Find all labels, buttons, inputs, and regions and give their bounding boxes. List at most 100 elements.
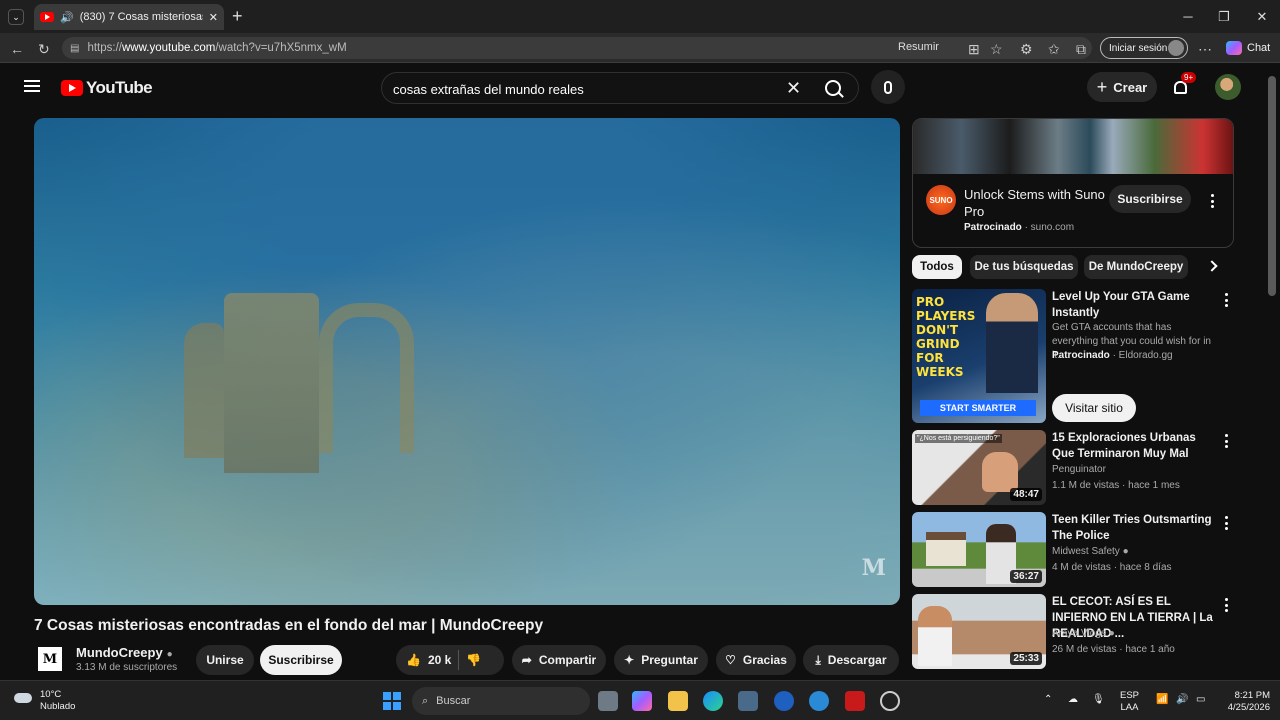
user-avatar[interactable] xyxy=(1215,74,1241,100)
chip-todos[interactable]: Todos xyxy=(912,255,962,279)
site-info-icon[interactable]: ▤ xyxy=(70,43,79,54)
hp-icon[interactable] xyxy=(774,691,794,711)
video-player[interactable]: M xyxy=(34,118,900,605)
search-icon[interactable] xyxy=(825,80,841,96)
rec-meta: 4 M de vistas · hace 8 días xyxy=(1052,562,1172,573)
rec-title[interactable]: 15 Exploraciones Urbanas Que Terminaron … xyxy=(1052,430,1217,462)
settings-gear-icon[interactable] xyxy=(880,691,900,711)
recommended-video[interactable]: "¿Nos está persiguiendo?" 48:47 15 Explo… xyxy=(912,430,1234,506)
channel-watermark[interactable]: M xyxy=(862,555,886,581)
clock-time: 8:21 PM xyxy=(1234,690,1270,701)
mcafee-icon[interactable] xyxy=(845,691,865,711)
youtube-logo[interactable]: YouTube xyxy=(61,78,153,98)
new-tab-button[interactable]: + xyxy=(232,6,243,27)
voice-search-button[interactable] xyxy=(871,70,905,104)
create-button[interactable]: + Crear xyxy=(1087,72,1157,102)
subscribe-button[interactable]: Suscribirse xyxy=(260,645,342,675)
taskbar-search[interactable]: ⌕ Buscar xyxy=(412,687,590,715)
rec-title[interactable]: Teen Killer Tries Outsmarting The Police xyxy=(1052,512,1217,544)
language-indicator[interactable]: ESP LAA xyxy=(1120,690,1139,714)
clock[interactable]: 8:21 PM 4/25/2026 xyxy=(1220,690,1270,714)
copilot-taskbar-icon[interactable] xyxy=(632,691,652,711)
settings-lens-icon[interactable]: ⚙ xyxy=(1020,41,1033,58)
windows-start-icon[interactable] xyxy=(383,692,401,710)
tray-chevron-icon[interactable]: ⌃ xyxy=(1044,694,1052,705)
recommended-video[interactable]: 36:27 Teen Killer Tries Outsmarting The … xyxy=(912,512,1234,588)
signin-button[interactable]: Iniciar sesión xyxy=(1100,37,1188,59)
sponsored-video-item[interactable]: PRO PLAYERS DON'T GRIND FOR WEEKS START … xyxy=(912,289,1234,424)
battery-icon[interactable]: ▭ xyxy=(1196,694,1205,705)
ad-title[interactable]: Unlock Stems with Suno Pro xyxy=(964,186,1114,220)
video-duration: 36:27 xyxy=(1010,570,1042,583)
gta-ad-thumbnail[interactable]: PRO PLAYERS DON'T GRIND FOR WEEKS START … xyxy=(912,289,1046,423)
onedrive-icon[interactable]: ☁ xyxy=(1068,694,1078,705)
rec-title[interactable]: Level Up Your GTA Game Instantly xyxy=(1052,289,1217,321)
resumir-button[interactable]: Resumir xyxy=(898,41,939,53)
grid-app-icon[interactable]: ⊞ xyxy=(968,41,980,58)
thanks-label: Gracias xyxy=(742,653,787,667)
favorite-star-icon[interactable]: ☆ xyxy=(990,41,1003,58)
rec-more-icon[interactable] xyxy=(1224,434,1228,448)
video-thumbnail[interactable]: "¿Nos está persiguiendo?" 48:47 xyxy=(912,430,1046,505)
share-label: Compartir xyxy=(538,653,597,667)
wifi-icon[interactable]: 📶 xyxy=(1156,694,1168,705)
collections-icon[interactable]: ⧉ xyxy=(1076,41,1086,58)
app-icon[interactable] xyxy=(809,691,829,711)
tab-close-icon[interactable]: ✕ xyxy=(209,11,218,24)
rec-channel[interactable]: Midwest Safety ● xyxy=(1052,546,1129,557)
clear-search-icon[interactable]: ✕ xyxy=(786,78,801,99)
video-thumbnail[interactable]: 25:33 xyxy=(912,594,1046,669)
chip-de-mundocreepy[interactable]: De MundoCreepy xyxy=(1084,255,1188,279)
thanks-heart-icon: ♡ xyxy=(725,653,736,667)
thumbs-down-icon[interactable]: 👎 xyxy=(466,653,481,667)
mic-tray-icon[interactable]: 🎙 xyxy=(1092,694,1105,705)
thanks-button[interactable]: ♡ Gracias xyxy=(716,645,796,675)
sponsored-card[interactable]: SUNO Unlock Stems with Suno Pro Patrocin… xyxy=(912,118,1234,248)
system-tray: ⌃ ☁ 🎙 ESP LAA 📶 🔊 ▭ 8:21 PM 4/25/2026 xyxy=(1040,687,1280,715)
edge-browser-icon[interactable] xyxy=(703,691,723,711)
channel-avatar[interactable]: M xyxy=(38,647,62,671)
maximize-button[interactable]: ❐ xyxy=(1206,0,1242,33)
store-icon[interactable] xyxy=(738,691,758,711)
rec-channel[interactable]: Penguinator xyxy=(1052,464,1106,475)
speaker-icon[interactable]: 🔊 xyxy=(60,11,74,24)
scrollbar-thumb[interactable] xyxy=(1268,76,1276,296)
rec-more-icon[interactable] xyxy=(1224,293,1228,307)
browser-tab[interactable]: 🔊 (830) 7 Cosas misteriosas enc ✕ xyxy=(34,4,224,30)
file-explorer-icon[interactable] xyxy=(668,691,688,711)
task-view-icon[interactable] xyxy=(598,691,618,711)
rec-channel[interactable]: Araya Vlogs ● xyxy=(1052,628,1115,639)
channel-name[interactable]: MundoCreepy ● xyxy=(76,645,173,660)
volume-icon[interactable]: 🔊 xyxy=(1176,694,1188,705)
favorites-icon[interactable]: ✩ xyxy=(1048,41,1060,58)
back-arrow-icon[interactable]: ← xyxy=(10,41,24,57)
share-button[interactable]: ➦ Compartir xyxy=(512,645,606,675)
ad-banner-image[interactable] xyxy=(913,119,1233,174)
rec-more-icon[interactable] xyxy=(1224,516,1228,530)
ask-button[interactable]: ✦ Preguntar xyxy=(614,645,708,675)
video-thumbnail[interactable]: 36:27 xyxy=(912,512,1046,587)
refresh-icon[interactable]: ↻ xyxy=(38,41,50,58)
join-button[interactable]: Unirse xyxy=(196,645,254,675)
ad-more-icon[interactable] xyxy=(1210,194,1214,208)
menu-hamburger-icon[interactable] xyxy=(24,80,40,92)
search-input[interactable] xyxy=(393,79,773,99)
suno-logo[interactable]: SUNO xyxy=(926,185,956,215)
chat-button[interactable]: Chat xyxy=(1226,41,1270,55)
minimize-button[interactable]: ─ xyxy=(1170,0,1206,33)
close-window-button[interactable]: ✕ xyxy=(1244,0,1280,33)
download-button[interactable]: ⤓ Descargar xyxy=(803,645,899,675)
rec-more-icon[interactable] xyxy=(1224,598,1228,612)
more-menu-icon[interactable]: ⋯ xyxy=(1198,41,1212,58)
visit-site-button[interactable]: Visitar sitio xyxy=(1052,394,1136,422)
ad-subscribe-button[interactable]: Suscribirse xyxy=(1109,185,1191,213)
download-label: Descargar xyxy=(827,653,887,667)
chip-de-tus-busquedas[interactable]: De tus búsquedas xyxy=(970,255,1078,279)
recommended-video[interactable]: 25:33 EL CECOT: ASÍ ES EL INFIERNO EN LA… xyxy=(912,594,1234,670)
thumbs-up-icon[interactable]: 👍 xyxy=(406,653,421,667)
weather-widget[interactable]: 10°C Nublado xyxy=(14,689,75,713)
page-scrollbar[interactable] xyxy=(1264,64,1280,680)
tab-actions-icon[interactable]: ⌄ xyxy=(8,9,24,25)
verified-icon: ● xyxy=(166,649,173,660)
like-count[interactable]: 20 k xyxy=(428,653,451,667)
